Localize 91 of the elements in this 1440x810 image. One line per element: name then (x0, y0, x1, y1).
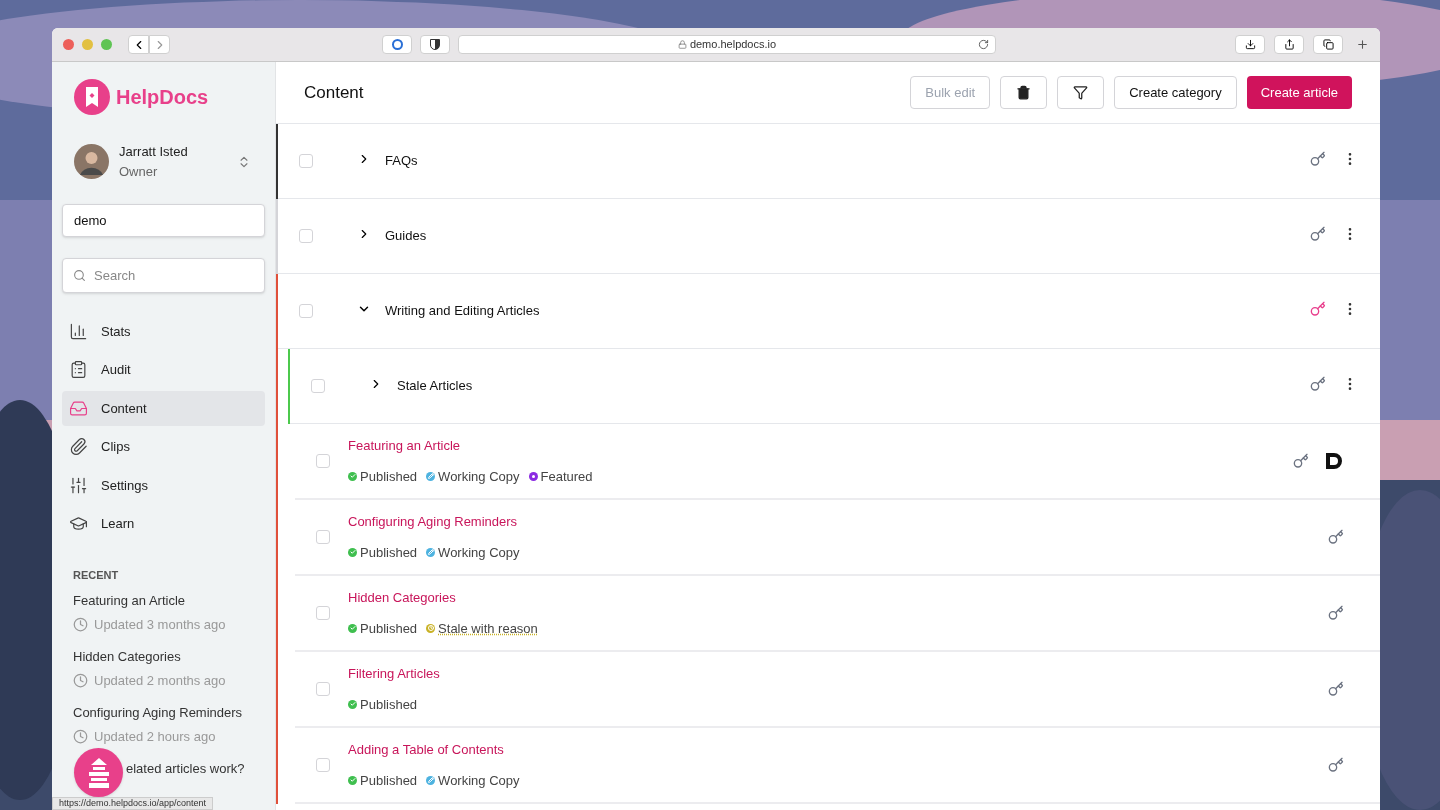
lock-icon (677, 40, 687, 49)
workspace-field[interactable]: demo (62, 204, 265, 237)
url-text: demo.helpdocs.io (689, 37, 777, 53)
key-icon[interactable] (1310, 226, 1326, 242)
create-category-button[interactable]: Create category (1114, 76, 1237, 109)
nav-item[interactable]: Audit (62, 352, 265, 387)
category-title[interactable]: Guides (385, 226, 427, 246)
status-label: Working Copy (438, 543, 520, 562)
bookmark-logo-icon (74, 79, 110, 115)
key-icon[interactable] (1310, 301, 1326, 317)
close-window-icon[interactable] (63, 39, 74, 50)
nav-item[interactable]: Clips (62, 429, 265, 464)
clipboard-icon (69, 360, 88, 380)
status-label: Published (360, 619, 418, 638)
checkbox[interactable] (316, 758, 330, 772)
sliders-icon (69, 475, 88, 495)
category-title[interactable]: Stale Articles (397, 376, 473, 396)
updated-time: Updated 2 months ago (94, 672, 226, 690)
key-icon[interactable] (1328, 757, 1344, 773)
checkbox[interactable] (316, 682, 330, 696)
user-role: Owner (119, 162, 159, 181)
checkbox[interactable] (299, 304, 313, 318)
nav-item[interactable]: Stats (62, 314, 265, 349)
section-heading: RECENT (73, 568, 120, 583)
reload-icon[interactable] (978, 39, 989, 50)
article-title[interactable]: Adding a Table of Contents (348, 740, 520, 760)
category-title[interactable]: Writing and Editing Articles (385, 301, 540, 321)
back-button[interactable] (128, 35, 149, 54)
delete-button[interactable] (1000, 76, 1048, 109)
article-title[interactable]: Filtering Articles (348, 664, 440, 684)
status-label: Featured (540, 467, 593, 486)
status-label: Working Copy (438, 771, 520, 790)
checkbox[interactable] (316, 530, 330, 544)
key-icon[interactable] (1328, 529, 1344, 545)
status-label: Stale with reason (438, 619, 538, 638)
article-title[interactable]: Hidden Categories (348, 588, 538, 608)
search-icon (73, 269, 86, 282)
account-switcher[interactable]: Jarratt Isted Owner (74, 142, 265, 181)
status-label: Published (360, 467, 418, 486)
password-extension-button[interactable] (382, 35, 412, 54)
filter-button[interactable] (1057, 76, 1105, 109)
status-label: Working Copy (438, 467, 520, 486)
new-tab-icon[interactable] (1356, 38, 1369, 51)
brand-name: HelpDocs (116, 85, 209, 110)
checkbox[interactable] (311, 379, 325, 393)
nav-item[interactable]: Content (62, 391, 265, 426)
user-name: Jarratt Isted (119, 143, 189, 161)
key-icon[interactable] (1310, 376, 1326, 392)
updated-time: Updated 3 months ago (94, 616, 226, 634)
downloads-button[interactable] (1235, 35, 1265, 54)
status-label: Published (360, 543, 418, 562)
address-bar[interactable]: demo.helpdocs.io (458, 35, 996, 54)
updated-time: Updated 2 hours ago (94, 728, 216, 746)
funnel-icon (1073, 85, 1089, 100)
nav-item[interactable]: Settings (62, 468, 265, 503)
checkbox[interactable] (299, 229, 313, 243)
recent-item[interactable]: Featuring an Article (73, 590, 265, 610)
nav-item[interactable]: Learn (62, 506, 265, 541)
create-article-button[interactable]: Create article (1246, 76, 1352, 109)
share-icon (1283, 39, 1295, 50)
status-label: Published (360, 695, 418, 714)
paperclip-icon (69, 437, 88, 457)
key-icon[interactable] (1328, 605, 1344, 621)
key-icon[interactable] (1310, 151, 1326, 167)
status-bar-url: https://demo.helpdocs.io/app/content (52, 797, 214, 810)
category-title[interactable]: FAQs (385, 151, 418, 171)
trash-icon (1016, 85, 1032, 100)
clock-icon (73, 617, 88, 633)
clock-icon (73, 729, 88, 745)
recent-item[interactable]: Configuring Aging Reminders (73, 702, 265, 722)
checkbox[interactable] (299, 154, 313, 168)
tabs-icon (1322, 39, 1334, 50)
share-button[interactable] (1274, 35, 1304, 54)
search-field[interactable]: Search (62, 258, 265, 293)
article-title[interactable]: Featuring an Article (348, 436, 593, 456)
status-label: Published (360, 771, 418, 790)
avatar (74, 144, 109, 179)
article-title[interactable]: Configuring Aging Reminders (348, 512, 520, 532)
checkbox[interactable] (316, 606, 330, 620)
download-icon (1244, 39, 1256, 50)
key-icon[interactable] (1293, 453, 1309, 469)
recent-item[interactable]: elated articles work? (126, 758, 265, 778)
help-widget-button[interactable] (74, 748, 123, 797)
recent-item[interactable]: Hidden Categories (73, 646, 265, 666)
checkbox[interactable] (316, 454, 330, 468)
key-icon[interactable] (1328, 681, 1344, 697)
tabs-button[interactable] (1313, 35, 1343, 54)
bar-chart-icon (69, 321, 88, 341)
page-title: Content (304, 81, 364, 104)
shield-button[interactable] (420, 35, 450, 54)
clock-icon (73, 673, 88, 689)
